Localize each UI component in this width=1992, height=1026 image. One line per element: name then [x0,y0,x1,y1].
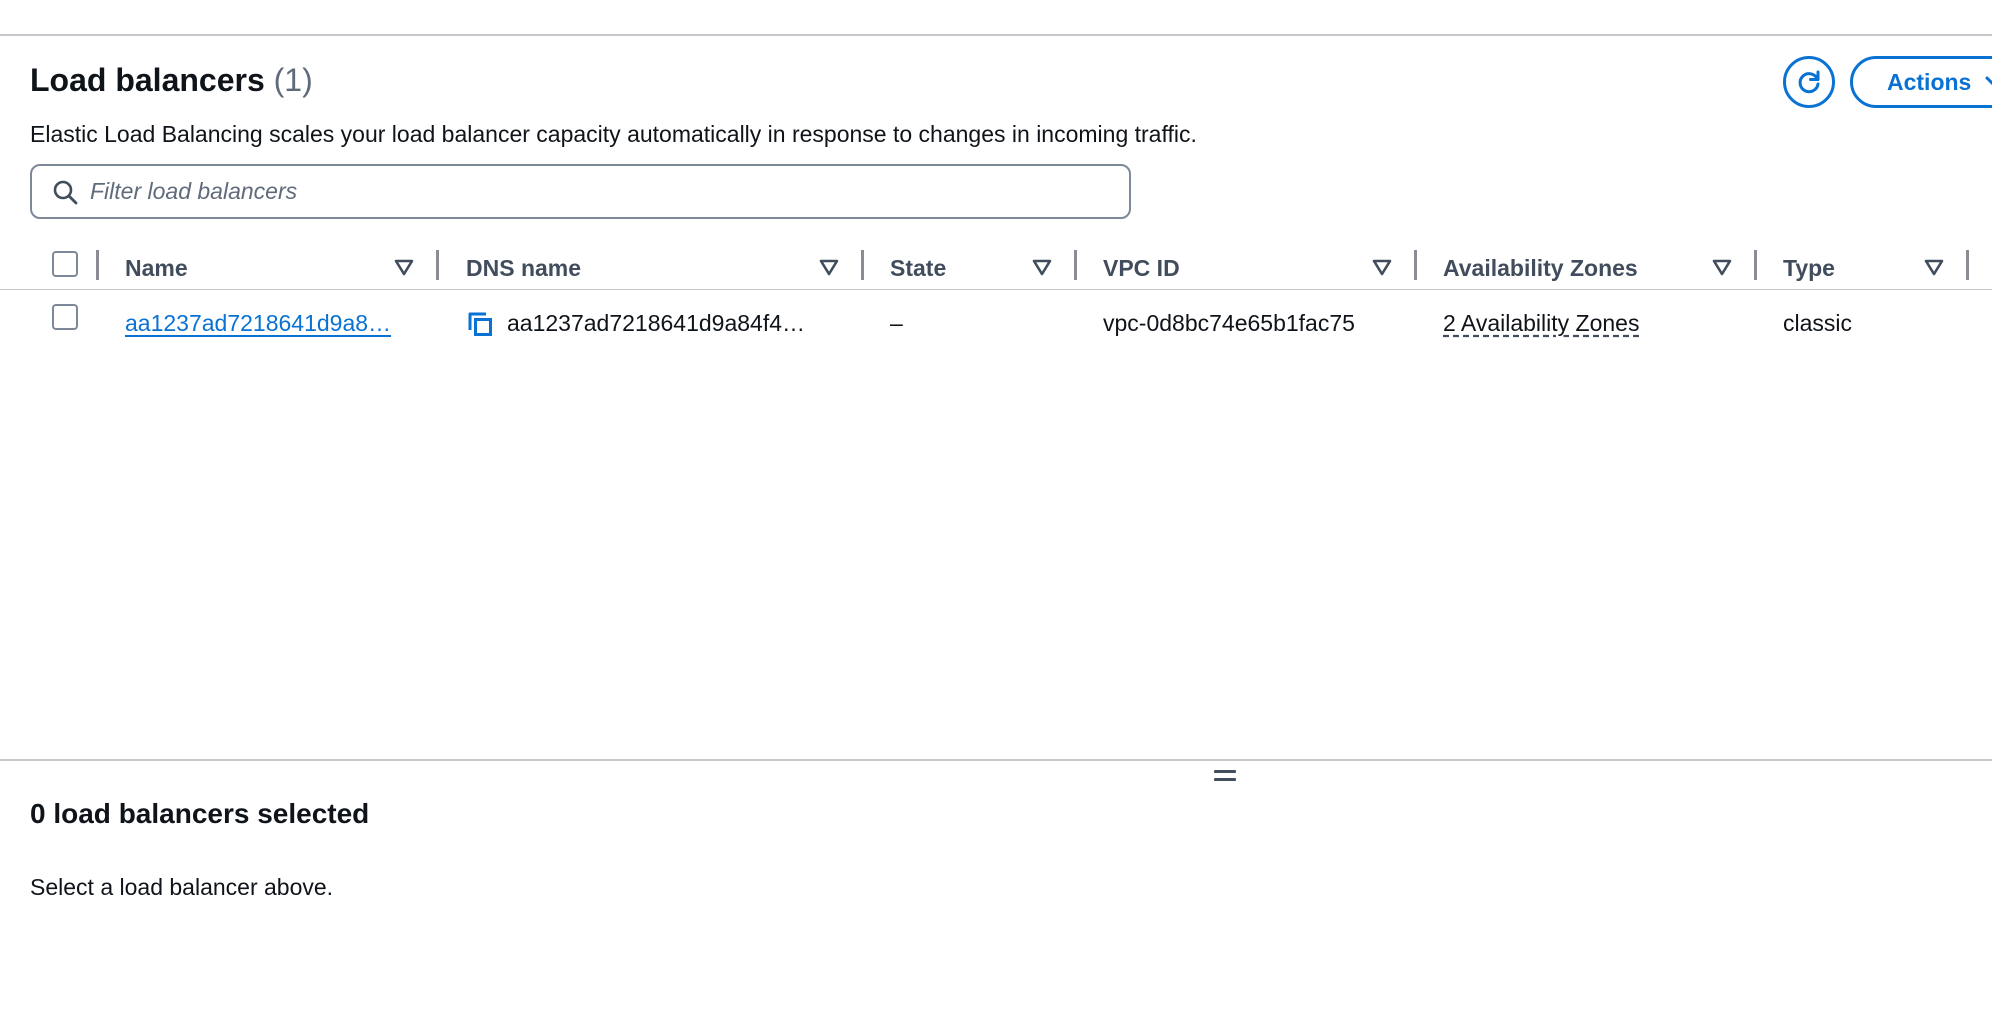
sort-caret-icon[interactable] [1372,259,1392,277]
column-separator[interactable] [1754,250,1757,280]
refresh-icon [1798,70,1820,94]
column-separator [96,250,99,280]
column-header-label: Name [125,254,188,281]
load-balancer-name-link[interactable]: aa1237ad7218641d9a8… [125,310,391,337]
column-header-label: Type [1783,254,1835,281]
column-header-dns-name[interactable]: DNS name [466,246,581,290]
sort-caret-icon[interactable] [1032,259,1052,277]
dns-name-text: aa1237ad7218641d9a84f4… [507,309,806,336]
search-icon [53,180,78,204]
column-header-vpc-id[interactable]: VPC ID [1103,246,1180,290]
split-panel-divider [0,759,1992,761]
select-all-checkbox[interactable] [52,251,78,277]
refresh-button[interactable] [1783,56,1835,108]
column-header-label: VPC ID [1103,254,1180,281]
load-balancers-page: Load balancers (1) Elastic Load Balancin… [0,0,1992,1026]
table-header-row: Name DNS name State VPC ID Availability … [0,246,1992,290]
cell-availability-zones: 2 Availability Zones [1443,298,1743,348]
sort-caret-icon[interactable] [819,259,839,277]
cell-type: classic [1783,298,1963,348]
column-separator[interactable] [1966,250,1969,280]
page-description: Elastic Load Balancing scales your load … [30,121,1197,147]
type-text: classic [1783,309,1853,336]
top-divider [0,34,1992,36]
column-header-name[interactable]: Name [125,246,188,290]
column-separator[interactable] [861,250,864,280]
sort-caret-icon[interactable] [1712,259,1732,277]
table-header-divider [0,289,1992,290]
caret-down-icon [1985,76,1992,85]
column-header-label: State [890,254,947,281]
column-separator[interactable] [436,250,439,280]
page-title: Load balancers (1) [30,62,313,99]
row-checkbox[interactable] [52,304,78,330]
column-header-label: Availability Zones [1443,254,1638,281]
column-header-type[interactable]: Type [1783,246,1835,290]
split-panel-hint: Select a load balancer above. [30,874,334,900]
filter-box [30,164,1131,219]
drag-handle-icon[interactable] [1214,770,1236,786]
sort-caret-icon[interactable] [1924,259,1944,277]
table-row: aa1237ad7218641d9a8… aa1237ad7218641d9a8… [0,298,1992,348]
cell-vpc-id: vpc-0d8bc74e65b1fac75 [1103,298,1403,348]
actions-button[interactable]: Actions [1850,56,1992,108]
sort-caret-icon[interactable] [394,259,414,277]
split-panel-title: 0 load balancers selected [30,798,370,829]
filter-input[interactable] [90,178,1090,205]
column-header-label: DNS name [466,254,582,281]
cell-state: – [890,298,1050,348]
column-header-availability-zones[interactable]: Availability Zones [1443,246,1638,290]
page-title-text: Load balancers [30,62,265,98]
column-separator[interactable] [1074,250,1077,280]
vpc-id-text: vpc-0d8bc74e65b1fac75 [1103,309,1355,336]
copy-icon[interactable] [466,310,494,338]
state-text: – [890,309,903,336]
cell-name: aa1237ad7218641d9a8… [125,298,415,348]
availability-zones-popover-trigger[interactable]: 2 Availability Zones [1443,310,1639,337]
column-header-state[interactable]: State [890,246,946,290]
load-balancer-count: (1) [273,62,313,98]
actions-button-label: Actions [1887,68,1972,95]
column-separator[interactable] [1414,250,1417,280]
cell-dns-name: aa1237ad7218641d9a84f4… [507,298,847,348]
